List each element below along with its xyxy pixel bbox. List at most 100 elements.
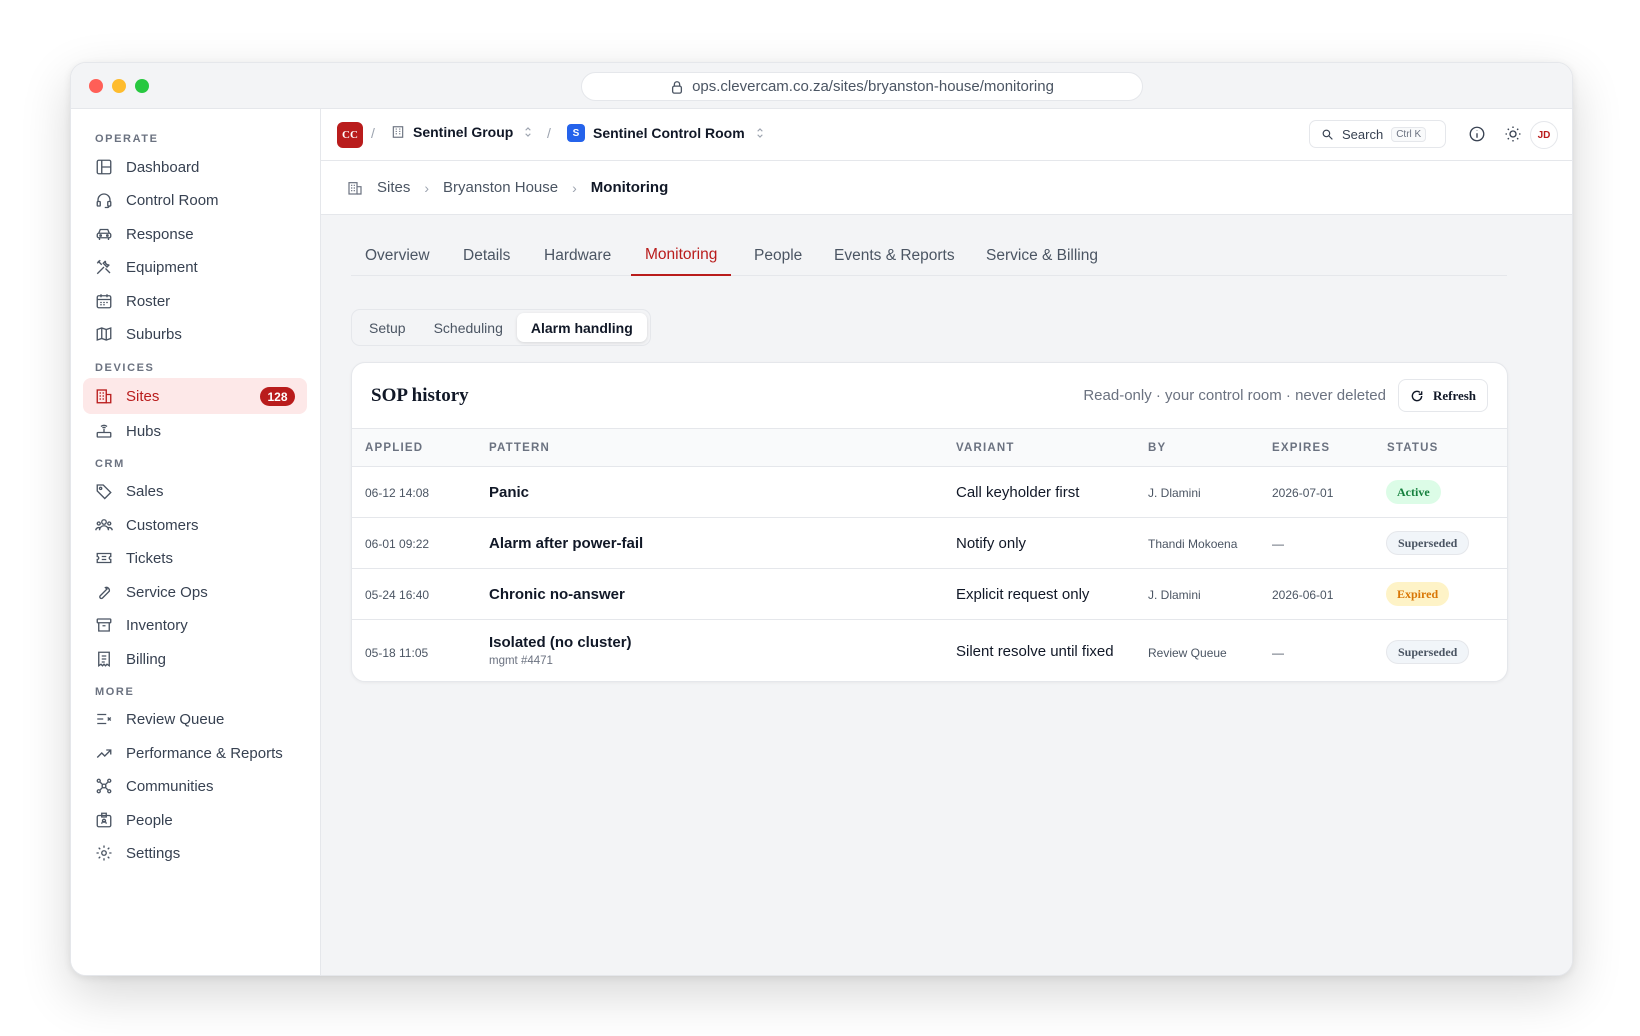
- sidebar-item-customers[interactable]: Customers: [83, 507, 307, 543]
- id-card-icon: [96, 812, 112, 828]
- column-expires[interactable]: EXPIRES: [1272, 442, 1330, 454]
- breadcrumb-site[interactable]: Bryanston House: [443, 179, 558, 196]
- list-check-icon: [97, 713, 112, 725]
- user-avatar[interactable]: JD: [1530, 121, 1558, 149]
- by-cell: Thandi Mokoena: [1148, 537, 1238, 551]
- archive-icon: [96, 618, 112, 632]
- refresh-icon: [1411, 390, 1423, 401]
- section-label-operate: OPERATE: [95, 133, 159, 145]
- sidebar-item-people[interactable]: People: [83, 802, 307, 838]
- sidebar-item-settings[interactable]: Settings: [83, 835, 307, 871]
- info-icon[interactable]: [1468, 125, 1486, 143]
- status-badge: Superseded: [1386, 531, 1470, 555]
- sidebar-item-review-queue[interactable]: Review Queue: [83, 701, 307, 737]
- subtab-setup[interactable]: Setup: [355, 313, 420, 342]
- sidebar-item-sales[interactable]: Sales: [83, 473, 307, 509]
- control-room-badge: S: [567, 124, 585, 142]
- applied-cell: 05-18 11:05: [365, 646, 429, 660]
- sidebar-item-dashboard[interactable]: Dashboard: [83, 149, 307, 185]
- browser-window: ops.clevercam.co.za/sites/bryanston-hous…: [70, 62, 1573, 976]
- sidebar-item-label: Performance & Reports: [126, 744, 283, 762]
- url-bar[interactable]: ops.clevercam.co.za/sites/bryanston-hous…: [581, 72, 1143, 101]
- sun-icon[interactable]: [1504, 125, 1522, 143]
- sidebar-item-service-ops[interactable]: Service Ops: [83, 574, 307, 610]
- sidebar-item-performance-reports[interactable]: Performance & Reports: [83, 735, 307, 771]
- pattern-name: Isolated (no cluster): [489, 634, 632, 651]
- tab-people[interactable]: People: [740, 236, 816, 276]
- headset-icon: [96, 193, 112, 209]
- receipt-icon: [98, 651, 110, 668]
- breadcrumb-sites[interactable]: Sites: [377, 179, 410, 196]
- column-applied[interactable]: APPLIED: [365, 442, 423, 454]
- column-variant[interactable]: VARIANT: [956, 442, 1015, 454]
- chevron-right-icon: ›: [572, 179, 577, 196]
- column-by[interactable]: BY: [1148, 442, 1166, 454]
- pattern-reference: mgmt #4471: [489, 655, 553, 667]
- column-pattern[interactable]: PATTERN: [489, 442, 550, 454]
- building-icon: [348, 181, 362, 195]
- tab-overview[interactable]: Overview: [351, 236, 444, 276]
- trend-icon: [96, 749, 112, 758]
- by-cell: J. Dlamini: [1148, 588, 1201, 602]
- sidebar-item-inventory[interactable]: Inventory: [83, 607, 307, 643]
- tab-service-billing[interactable]: Service & Billing: [972, 236, 1112, 276]
- section-label-crm: CRM: [95, 458, 125, 470]
- expires-cell: 2026-07-01: [1272, 486, 1334, 500]
- table-row[interactable]: 05-18 11:05 Isolated (no cluster) mgmt #…: [352, 620, 1507, 681]
- table-row[interactable]: 06-01 09:22 Alarm after power-fail Notif…: [352, 518, 1507, 569]
- chevron-right-icon: ›: [424, 179, 430, 196]
- org-switcher[interactable]: Sentinel Group: [391, 124, 535, 140]
- subtab-alarm-handling[interactable]: Alarm handling: [516, 313, 647, 342]
- card-title: SOP history: [371, 385, 469, 406]
- search-button[interactable]: Search Ctrl K: [1309, 120, 1446, 148]
- expires-cell: 2026-06-01: [1272, 588, 1334, 602]
- refresh-button[interactable]: Refresh: [1398, 379, 1488, 412]
- breadcrumb: Sites › Bryanston House › Monitoring: [321, 161, 1572, 215]
- applied-cell: 05-24 16:40: [365, 588, 430, 602]
- close-window-button[interactable]: [89, 79, 103, 93]
- sidebar-item-communities[interactable]: Communities: [83, 768, 307, 804]
- tools-icon: [96, 259, 111, 275]
- sidebar-item-roster[interactable]: Roster: [83, 283, 307, 319]
- column-status[interactable]: STATUS: [1387, 442, 1439, 454]
- sidebar-item-label: Review Queue: [126, 710, 225, 728]
- section-label-devices: DEVICES: [95, 362, 155, 374]
- tab-hardware[interactable]: Hardware: [530, 236, 625, 276]
- applied-cell: 06-12 14:08: [365, 486, 430, 500]
- subtab-scheduling[interactable]: Scheduling: [420, 313, 517, 342]
- sidebar-item-label: Roster: [126, 292, 171, 310]
- sidebar-item-sites[interactable]: Sites 128: [83, 378, 307, 414]
- maximize-window-button[interactable]: [135, 79, 149, 93]
- control-room-switcher[interactable]: S Sentinel Control Room: [567, 124, 767, 142]
- minimize-window-button[interactable]: [112, 79, 126, 93]
- sidebar-item-label: Inventory: [126, 616, 188, 634]
- tab-monitoring[interactable]: Monitoring: [631, 236, 732, 276]
- chevron-up-down-icon: [525, 127, 532, 137]
- app-logo[interactable]: CC: [337, 122, 363, 148]
- sidebar-item-billing[interactable]: Billing: [83, 641, 307, 677]
- search-shortcut: Ctrl K: [1391, 126, 1427, 142]
- search-label: Search: [1342, 126, 1384, 142]
- sidebar-item-hubs[interactable]: Hubs: [83, 413, 307, 449]
- sidebar-item-response[interactable]: Response: [83, 216, 307, 252]
- sidebar-item-control-room[interactable]: Control Room: [83, 182, 307, 218]
- sidebar-item-equipment[interactable]: Equipment: [83, 249, 307, 285]
- sidebar: OPERATE Dashboard Control Room Response …: [71, 109, 321, 975]
- monitoring-subtabs: Setup Scheduling Alarm handling: [351, 309, 651, 346]
- sidebar-item-tickets[interactable]: Tickets: [83, 540, 307, 576]
- sidebar-item-suburbs[interactable]: Suburbs: [83, 316, 307, 352]
- topbar-separator: /: [371, 125, 375, 141]
- map-icon: [96, 327, 112, 341]
- table-header: APPLIED PATTERN VARIANT BY EXPIRES STATU…: [352, 429, 1507, 467]
- sidebar-item-label: Hubs: [126, 422, 162, 440]
- table-row[interactable]: 05-24 16:40 Chronic no-answer Explicit r…: [352, 569, 1507, 620]
- org-name: Sentinel Group: [413, 124, 514, 140]
- by-cell: Review Queue: [1148, 646, 1227, 660]
- sidebar-item-label: Sales: [126, 482, 164, 500]
- table-row[interactable]: 06-12 14:08 Panic Call keyholder first J…: [352, 467, 1507, 518]
- building-icon: [392, 126, 404, 138]
- tab-details[interactable]: Details: [449, 236, 524, 276]
- tab-events-reports[interactable]: Events & Reports: [820, 236, 969, 276]
- sidebar-item-label: Dashboard: [126, 158, 200, 176]
- main-content: CC / Sentinel Group / S Sentinel Control…: [321, 109, 1572, 975]
